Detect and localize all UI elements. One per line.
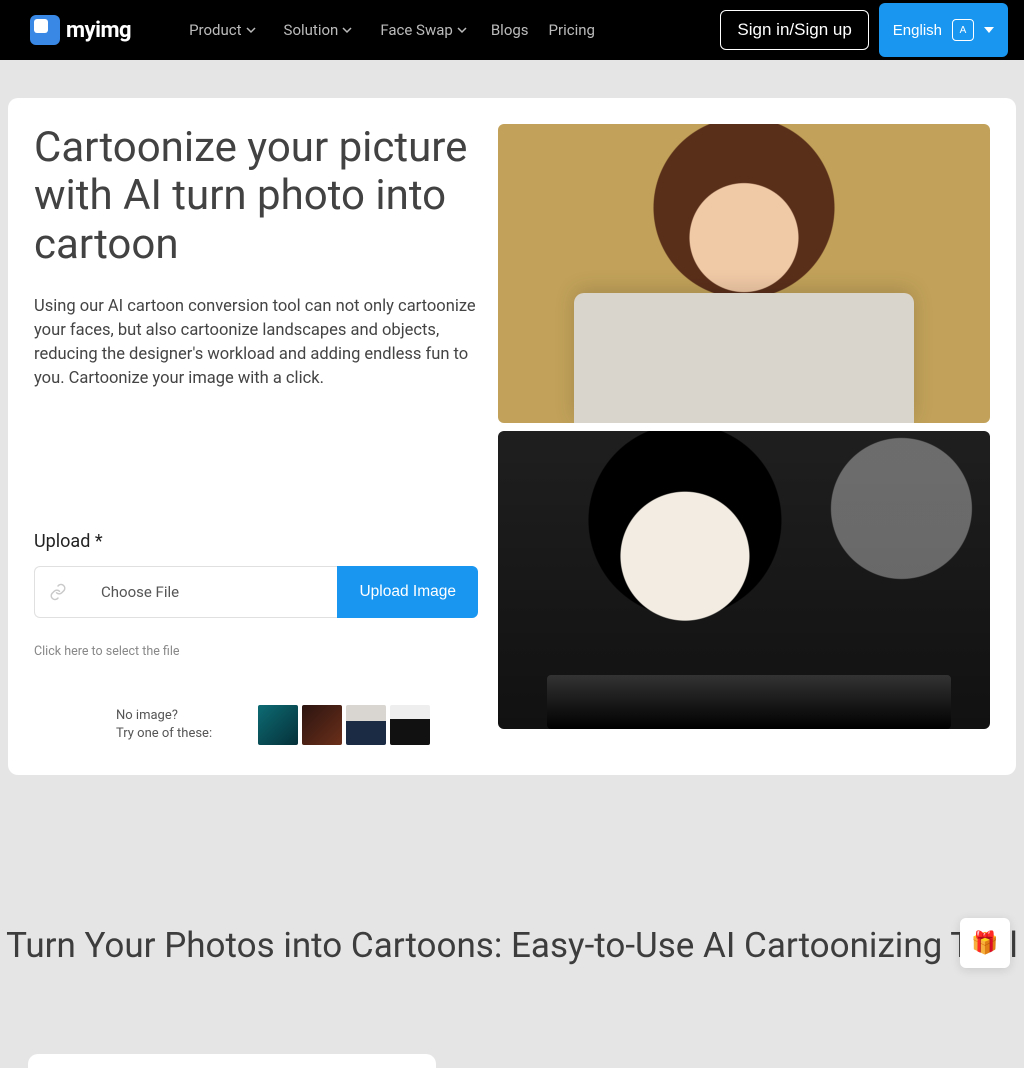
samples-line2: Try one of these: (116, 725, 212, 743)
chevron-down-icon (457, 25, 467, 35)
sample-thumbs (258, 705, 430, 745)
sample-thumb-3[interactable] (346, 705, 386, 745)
bottom-strip (0, 1054, 1024, 1068)
language-label: English (893, 22, 942, 39)
nav-pricing[interactable]: Pricing (539, 13, 605, 47)
hero-right (498, 124, 990, 745)
gift-button[interactable]: 🎁 (960, 918, 1010, 968)
nav-blogs[interactable]: Blogs (481, 13, 539, 47)
caret-down-icon (984, 27, 994, 33)
page-description: Using our AI cartoon conversion tool can… (34, 295, 478, 391)
nav-faceswap-label: Face Swap (380, 21, 453, 39)
signin-button[interactable]: Sign in/Sign up (720, 10, 868, 50)
link-icon (49, 583, 67, 601)
section-title: Turn Your Photos into Cartoons: Easy-to-… (0, 925, 1024, 966)
choose-file-text: Choose File (101, 583, 179, 601)
upload-button[interactable]: Upload Image (337, 566, 478, 618)
chevron-down-icon (246, 25, 256, 35)
samples-row: No image? Try one of these: (34, 705, 478, 745)
nav-faceswap[interactable]: Face Swap (366, 13, 481, 47)
nav-solution-label: Solution (284, 21, 339, 39)
samples-line1: No image? (116, 707, 212, 725)
nav-solution[interactable]: Solution (270, 13, 367, 47)
upload-label: Upload * (34, 531, 478, 552)
header: myimg Product Solution Face Swap Blogs P… (0, 0, 1024, 60)
nav-product-label: Product (189, 21, 241, 39)
language-selector[interactable]: English A (879, 3, 1008, 57)
logo[interactable]: myimg (30, 15, 131, 45)
file-input[interactable]: Choose File (34, 566, 337, 618)
nav: Product Solution Face Swap Blogs Pricing (175, 13, 605, 47)
chevron-down-icon (342, 25, 352, 35)
file-row: Choose File Upload Image (34, 566, 478, 618)
hero-left: Cartoonize your picture with AI turn pho… (34, 124, 478, 745)
samples-text: No image? Try one of these: (116, 707, 212, 742)
page-title: Cartoonize your picture with AI turn pho… (34, 124, 478, 269)
gift-icon: 🎁 (971, 931, 998, 956)
logo-text: myimg (66, 18, 131, 43)
hero-photo-cartoon (498, 431, 990, 729)
sample-thumb-1[interactable] (258, 705, 298, 745)
hero-card: Cartoonize your picture with AI turn pho… (8, 98, 1016, 775)
logo-icon (30, 15, 60, 45)
nav-product[interactable]: Product (175, 13, 269, 47)
upload-section: Upload * Choose File Upload Image Click … (34, 531, 478, 745)
upload-hint[interactable]: Click here to select the file (34, 644, 478, 659)
sample-thumb-4[interactable] (390, 705, 430, 745)
translate-icon: A (952, 19, 974, 41)
hero-photo-original (498, 124, 990, 423)
sample-thumb-2[interactable] (302, 705, 342, 745)
